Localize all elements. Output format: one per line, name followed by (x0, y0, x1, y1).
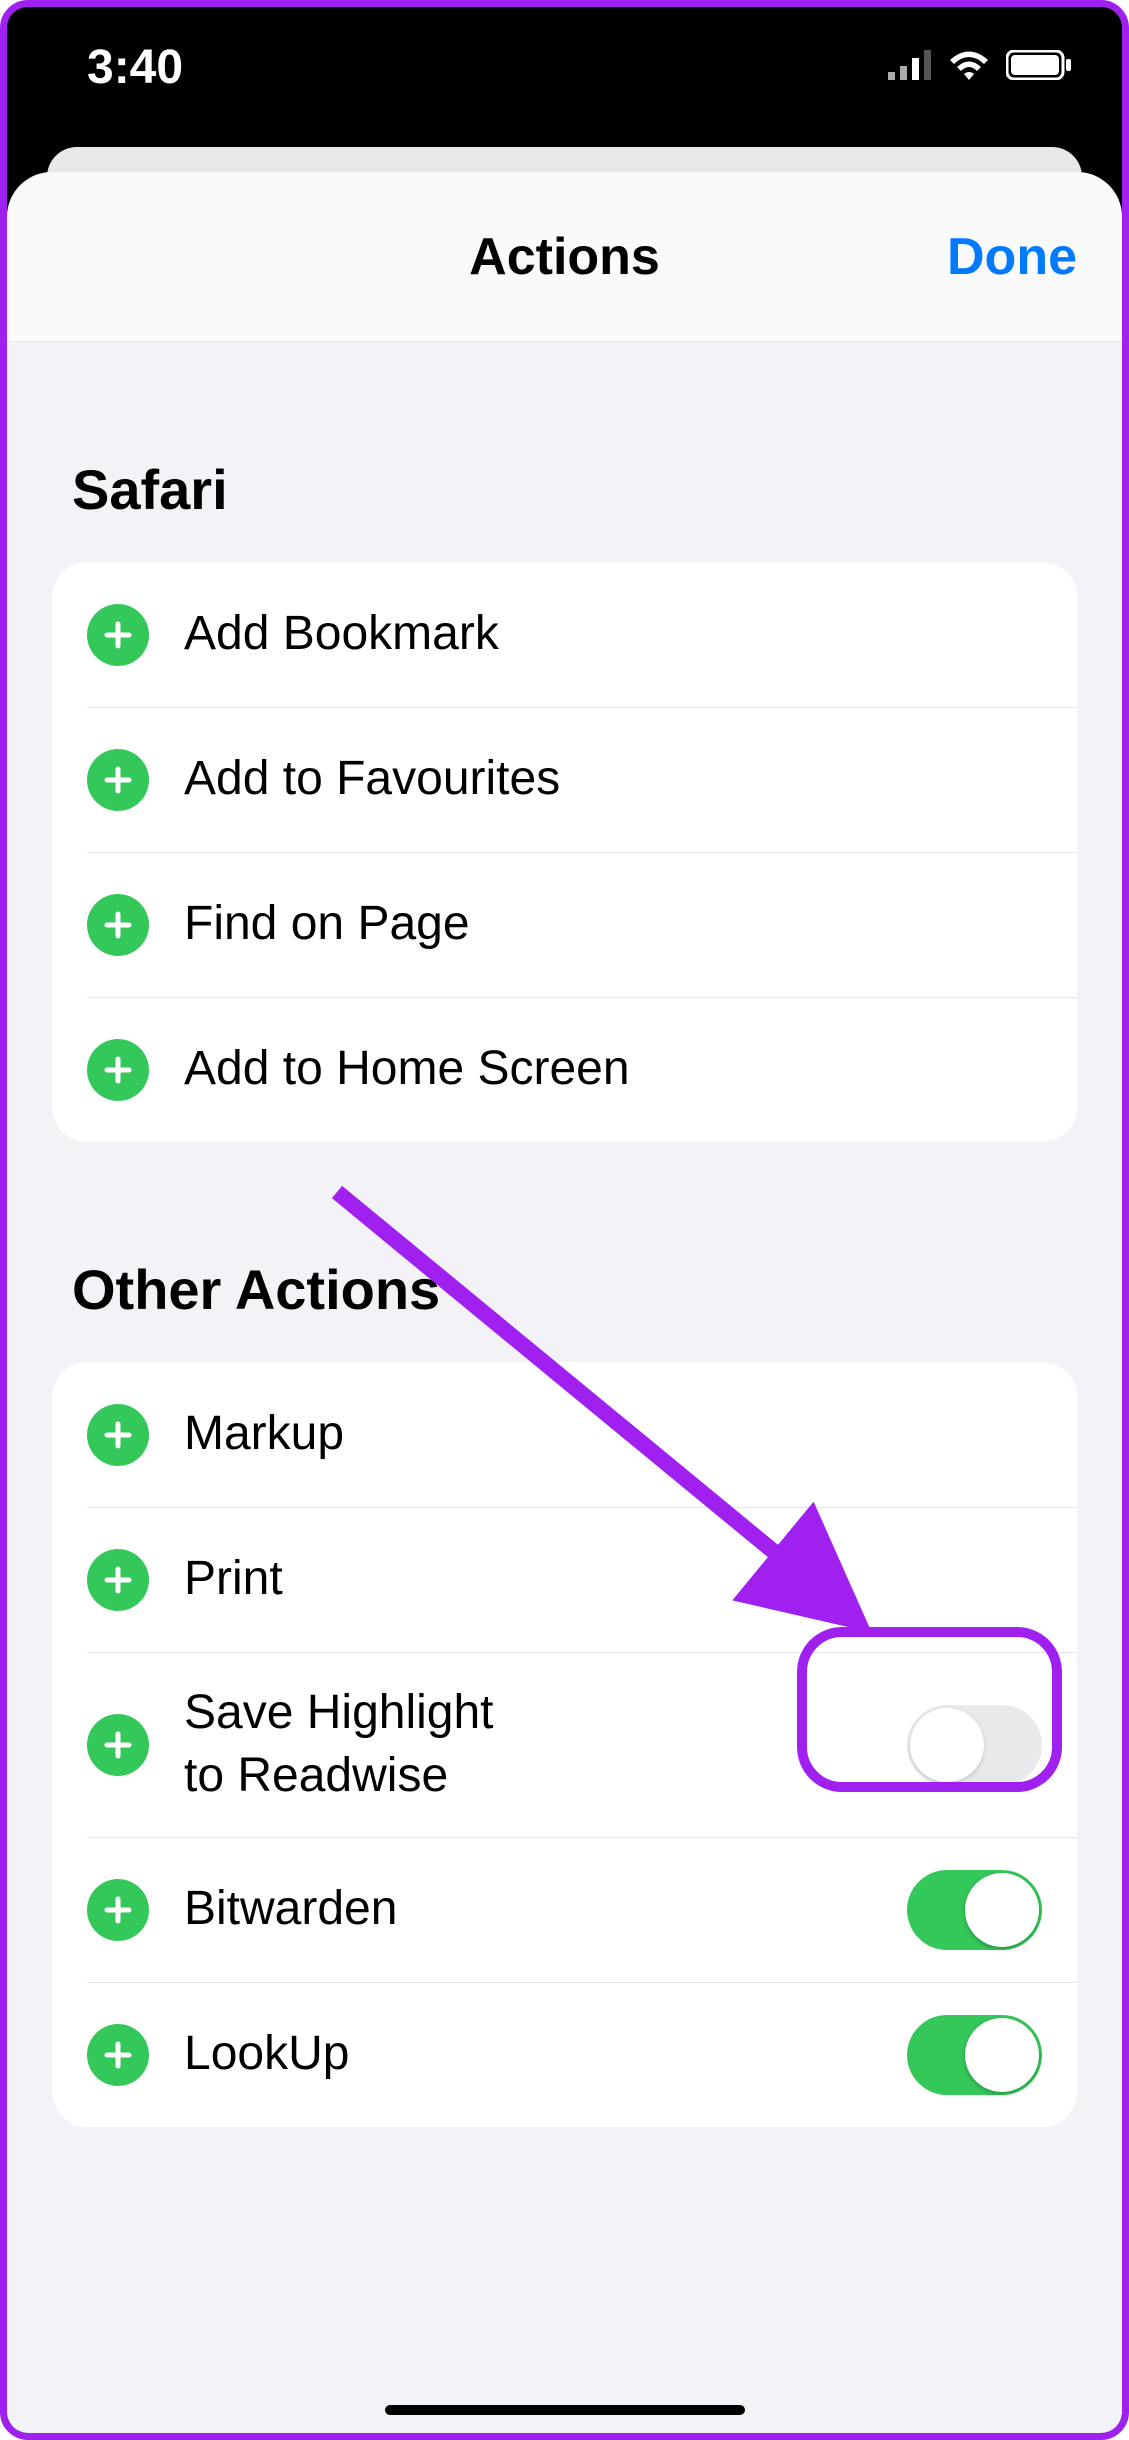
add-icon[interactable] (87, 749, 149, 811)
add-icon[interactable] (87, 1404, 149, 1466)
row-label-line1: Save Highlight (184, 1686, 494, 1739)
row-lookup[interactable]: LookUp (52, 1982, 1077, 2127)
add-icon[interactable] (87, 1549, 149, 1611)
row-print[interactable]: Print (52, 1507, 1077, 1652)
section-title-other: Other Actions (52, 1257, 1077, 1322)
row-save-highlight-to-readwise[interactable]: Save Highlight to Readwise (52, 1652, 1077, 1837)
toggle-save-highlight-to-readwise[interactable] (907, 1705, 1042, 1785)
safari-card: Add Bookmark Add to Favourites Find on P… (52, 562, 1077, 1142)
device-frame: 3:40 (0, 0, 1129, 2440)
add-icon[interactable] (87, 1879, 149, 1941)
section-title-safari: Safari (52, 457, 1077, 522)
status-time: 3:40 (87, 40, 183, 95)
done-button[interactable]: Done (947, 227, 1077, 287)
row-label: Add Bookmark (184, 603, 1042, 665)
row-label: Add to Home Screen (184, 1038, 1042, 1100)
row-find-on-page[interactable]: Find on Page (52, 852, 1077, 997)
row-label: Add to Favourites (184, 748, 1042, 810)
row-bitwarden[interactable]: Bitwarden (52, 1837, 1077, 1982)
row-markup[interactable]: Markup (52, 1362, 1077, 1507)
add-icon[interactable] (87, 2024, 149, 2086)
add-icon[interactable] (87, 1714, 149, 1776)
battery-icon (1006, 50, 1072, 85)
row-label: Markup (184, 1403, 1042, 1465)
add-icon[interactable] (87, 894, 149, 956)
toggle-lookup[interactable] (907, 2015, 1042, 2095)
cellular-icon (888, 50, 932, 85)
status-icons (888, 48, 1072, 87)
content: Safari Add Bookmark Add to Favourites (7, 457, 1122, 2127)
row-label-line2: to Readwise (184, 1745, 872, 1807)
row-label: Find on Page (184, 893, 1042, 955)
page-title: Actions (469, 227, 660, 287)
row-label: Print (184, 1548, 1042, 1610)
status-bar: 3:40 (7, 7, 1122, 147)
row-add-to-home-screen[interactable]: Add to Home Screen (52, 997, 1077, 1142)
row-label: LookUp (184, 2023, 872, 2085)
sheet-header: Actions Done (7, 172, 1122, 342)
toggle-bitwarden[interactable] (907, 1870, 1042, 1950)
add-icon[interactable] (87, 604, 149, 666)
row-label: Save Highlight to Readwise (184, 1682, 872, 1807)
other-actions-card: Markup Print Save Highlight to Readwise (52, 1362, 1077, 2127)
row-add-to-favourites[interactable]: Add to Favourites (52, 707, 1077, 852)
row-add-bookmark[interactable]: Add Bookmark (52, 562, 1077, 707)
wifi-icon (946, 48, 992, 87)
add-icon[interactable] (87, 1039, 149, 1101)
row-label: Bitwarden (184, 1878, 872, 1940)
actions-sheet: Actions Done Safari Add Bookmark Add to … (7, 172, 1122, 2433)
home-indicator[interactable] (385, 2405, 745, 2415)
